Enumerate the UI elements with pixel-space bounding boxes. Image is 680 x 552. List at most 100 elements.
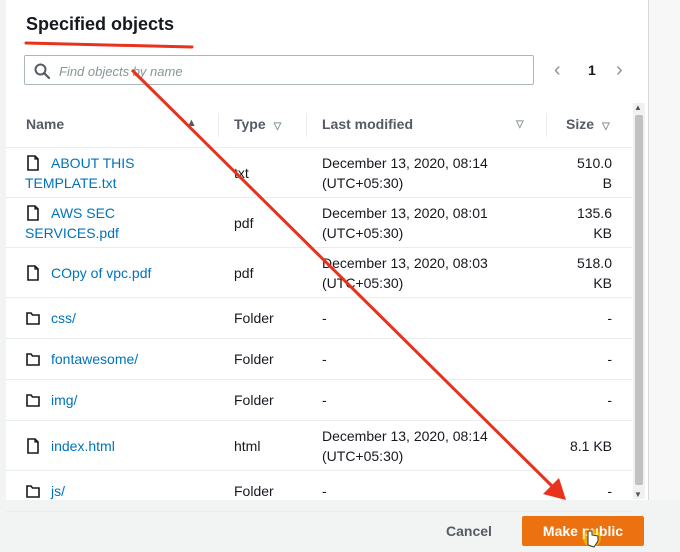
column-header-name[interactable]: Name	[26, 116, 64, 132]
object-name-text: ABOUT THIS	[51, 155, 135, 171]
object-name-link[interactable]: js/	[26, 481, 222, 501]
size-value: 8.1 KB	[569, 437, 612, 454]
size-value: 135.6	[576, 205, 612, 221]
last-modified-date: -	[322, 483, 327, 499]
object-type: Folder	[234, 351, 274, 367]
vertical-scrollbar[interactable]: ▲ ▼	[633, 103, 645, 499]
size-unit: KB	[593, 275, 612, 291]
object-name-link[interactable]: ABOUT THIS TEMPLATE.txt	[25, 153, 222, 193]
object-name-text: img/	[51, 392, 78, 408]
folder-icon	[26, 312, 40, 325]
object-name-text: AWS SEC	[51, 205, 116, 221]
page-title: Specified objects	[26, 14, 175, 34]
table-row[interactable]: index.html html December 13, 2020, 08:14 (U…	[6, 421, 632, 471]
scroll-down-icon[interactable]: ▼	[634, 490, 642, 499]
object-type: Folder	[234, 483, 274, 499]
next-page-icon[interactable]: ›	[616, 59, 623, 82]
table-row[interactable]: COpy of vpc.pdf pdf December 13, 2020, 08:…	[6, 248, 632, 298]
object-name-text: js/	[51, 483, 65, 499]
column-divider	[218, 113, 219, 137]
specified-objects-panel: Specified objects ‹ 1 › Name ▲ Type▽ Las…	[6, 0, 649, 512]
size-value: -	[607, 483, 612, 499]
last-modified-timezone: (UTC+05:30)	[322, 275, 404, 291]
object-name-link[interactable]: AWS SEC SERVICES.pdf	[25, 203, 222, 243]
cancel-button[interactable]: Cancel	[432, 516, 506, 546]
object-size: 135.6 KB	[577, 203, 612, 243]
last-modified: -	[322, 308, 327, 328]
last-modified-date: -	[322, 392, 327, 408]
size-value: -	[607, 310, 612, 326]
last-modified-date: -	[322, 310, 327, 326]
table-row[interactable]: ABOUT THIS TEMPLATE.txt txt December 13, 20…	[6, 148, 632, 198]
object-name-text: fontawesome/	[51, 351, 139, 367]
scroll-thumb[interactable]	[635, 115, 643, 485]
object-name-link[interactable]: index.html	[26, 436, 222, 456]
size-value: -	[607, 392, 612, 408]
object-name-cell: index.html	[26, 436, 222, 456]
last-modified: -	[322, 390, 327, 410]
object-name-link[interactable]: COpy of vpc.pdf	[26, 263, 222, 283]
column-divider	[306, 113, 307, 137]
column-header-type[interactable]: Type ▽	[234, 116, 281, 132]
object-name-text: TEMPLATE.txt	[25, 175, 117, 191]
last-modified-date: -	[322, 351, 327, 367]
table-body: ABOUT THIS TEMPLATE.txt txt December 13, 20…	[6, 148, 632, 512]
table-row[interactable]: js/Folder - -	[6, 471, 632, 512]
make-public-button[interactable]: Make public	[522, 516, 644, 546]
file-icon	[27, 437, 39, 454]
object-type: pdf	[234, 264, 254, 281]
object-name-cell: css/	[26, 308, 222, 328]
object-size: -	[607, 308, 612, 328]
object-name-link[interactable]: img/	[26, 390, 222, 410]
last-modified-timezone: (UTC+05:30)	[322, 448, 404, 464]
object-size: 8.1 KB	[570, 436, 612, 456]
object-name-cell: img/	[26, 390, 222, 410]
size-unit: B	[602, 175, 612, 191]
object-name-text: SERVICES.pdf	[25, 225, 119, 241]
folder-icon	[26, 394, 40, 407]
filter-caret-icon[interactable]: ▽	[516, 119, 524, 130]
object-name-text: COpy of vpc.pdf	[51, 264, 152, 281]
size-unit: KB	[593, 225, 612, 241]
sort-ascending-icon[interactable]: ▲	[186, 117, 197, 129]
filter-caret-icon: ▽	[273, 121, 282, 132]
object-name-cell: fontawesome/	[26, 349, 222, 369]
object-size: -	[607, 481, 612, 501]
last-modified-timezone: (UTC+05:30)	[322, 225, 404, 241]
table-header: Name ▲ Type ▽ Last modified ▽ Size ▽	[6, 103, 632, 148]
column-header-size[interactable]: Size ▽	[566, 116, 610, 132]
table-row[interactable]: AWS SEC SERVICES.pdf pdf December 13, 2020,…	[6, 198, 632, 248]
search-icon	[34, 63, 51, 80]
object-type: pdf	[234, 214, 254, 231]
table-row[interactable]: css/Folder - -	[6, 298, 632, 339]
object-type: txt	[234, 164, 249, 181]
size-value: -	[607, 351, 612, 367]
object-size: 510.0 B	[577, 153, 612, 193]
last-modified: December 13, 2020, 08:14 (UTC+05:30)	[322, 426, 488, 466]
object-name-cell: COpy of vpc.pdf	[26, 263, 222, 283]
column-header-last-modified[interactable]: Last modified	[322, 116, 413, 132]
object-type: html	[234, 437, 261, 454]
table-row[interactable]: img/Folder - -	[6, 380, 632, 421]
object-size: -	[607, 349, 612, 369]
object-size: 518.0 KB	[577, 253, 612, 293]
object-name-link[interactable]: fontawesome/	[26, 349, 222, 369]
last-modified: December 13, 2020, 08:03 (UTC+05:30)	[322, 253, 488, 293]
column-divider	[546, 113, 547, 137]
last-modified-date: December 13, 2020, 08:03	[322, 255, 488, 271]
size-value: 510.0	[576, 155, 612, 171]
table-row[interactable]: fontawesome/Folder - -	[6, 339, 632, 380]
last-modified: December 13, 2020, 08:01 (UTC+05:30)	[322, 203, 488, 243]
prev-page-icon[interactable]: ‹	[554, 59, 561, 82]
scroll-up-icon[interactable]: ▲	[634, 103, 642, 112]
search-input[interactable]	[57, 56, 531, 86]
folder-icon	[26, 485, 40, 498]
object-name-link[interactable]: css/	[26, 308, 222, 328]
file-icon	[27, 205, 39, 221]
search-box[interactable]	[24, 55, 534, 86]
last-modified-date: December 13, 2020, 08:01	[322, 205, 488, 221]
current-page-number[interactable]: 1	[588, 62, 596, 78]
filter-caret-icon: ▽	[602, 121, 610, 132]
last-modified-timezone: (UTC+05:30)	[322, 175, 404, 191]
last-modified: December 13, 2020, 08:14 (UTC+05:30)	[322, 153, 488, 193]
